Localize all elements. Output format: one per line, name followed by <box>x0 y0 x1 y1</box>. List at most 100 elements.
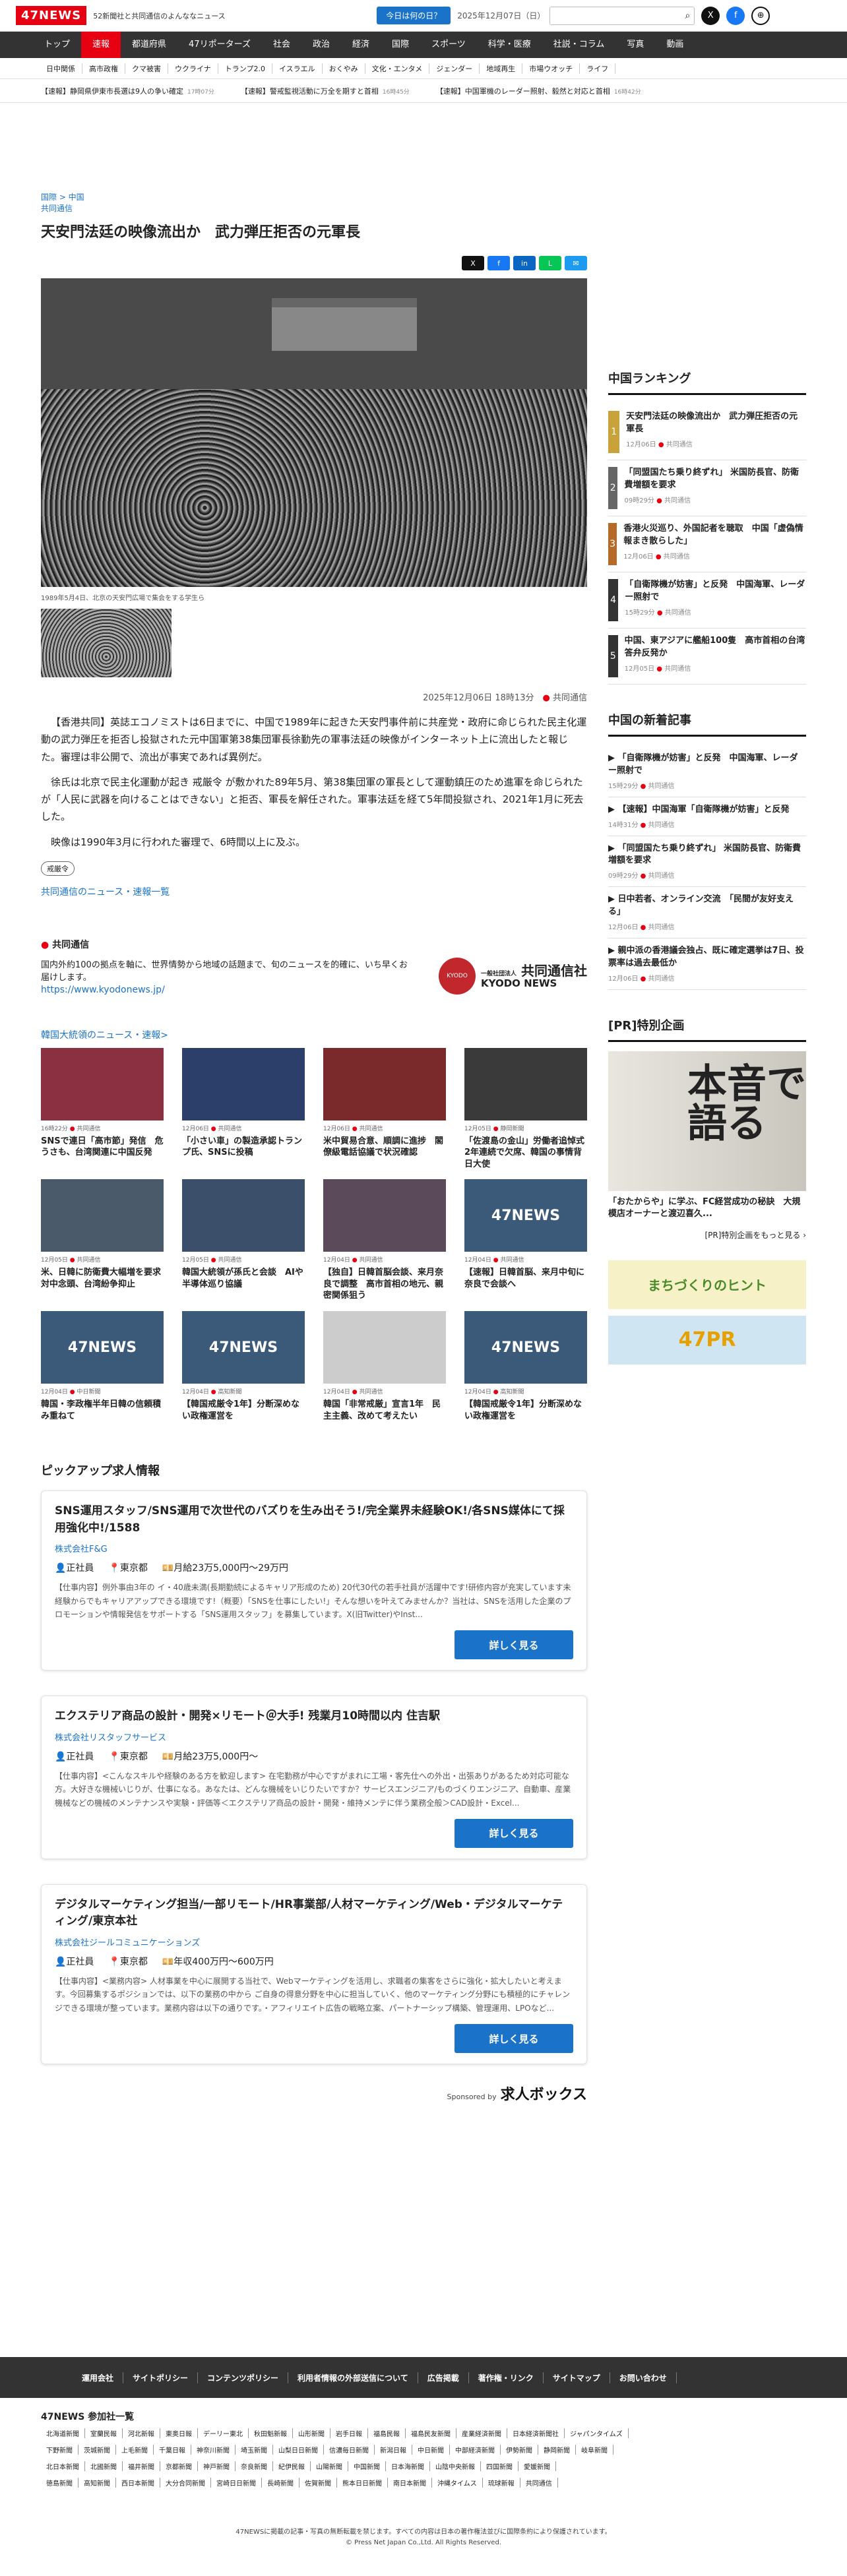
nav-item[interactable]: 社会 <box>262 32 301 58</box>
news-card[interactable]: 12月06日 ● 共同通信 「小さい車」の製造承認トランプ氏、SNSに投稿 <box>182 1047 305 1171</box>
share-bird-icon[interactable]: ✉ <box>565 256 587 270</box>
member-link[interactable]: 琉球新報 <box>483 2478 520 2488</box>
member-link[interactable]: 奈良新聞 <box>235 2461 273 2471</box>
newest-title[interactable]: ▶ 「自衛隊機が妨害」と反発 中国海軍、レーダー照射で <box>608 752 806 778</box>
nav-item[interactable]: 社説・コラム <box>542 32 616 58</box>
member-link[interactable]: 千葉日報 <box>154 2445 191 2455</box>
subnav-item[interactable]: 日中関係 <box>40 63 82 74</box>
member-link[interactable]: 京都新聞 <box>160 2461 198 2471</box>
news-card-image[interactable] <box>182 1179 305 1252</box>
member-link[interactable]: 下野新聞 <box>41 2445 78 2455</box>
share-line-icon[interactable]: L <box>539 256 561 270</box>
news-card-title[interactable]: 「佐渡島の金山」労働者追悼式2年連続で欠席、韓国の事情背日大使 <box>464 1136 587 1171</box>
news-card-image[interactable]: 47NEWS <box>182 1311 305 1384</box>
member-link[interactable]: 紀伊民報 <box>273 2461 311 2471</box>
globe-icon[interactable]: ⊕ <box>751 6 770 25</box>
news-card-image[interactable] <box>464 1047 587 1120</box>
member-link[interactable]: 長崎新聞 <box>262 2478 299 2488</box>
nav-item[interactable]: 国際 <box>381 32 420 58</box>
ticker-item[interactable]: 【速報】中国軍機のレーダー照射、毅然と対応と首相 16時42分 <box>436 86 641 96</box>
ticker-item[interactable]: 【速報】静岡県伊東市長選は9人の争い確定 17時07分 <box>41 86 214 96</box>
news-card-title[interactable]: 【独自】日韓首脳会談、来月奈良で調整 高市首相の地元、親密関係狙う <box>323 1267 446 1302</box>
newest-item[interactable]: ▶ 日中若者、オンライン交流 「民間が友好支える」 12月06日 ● 共同通信 <box>608 887 806 938</box>
subnav-item[interactable]: ウクライナ <box>168 63 218 74</box>
member-link[interactable]: 愛媛新聞 <box>518 2461 556 2471</box>
nav-item[interactable]: 47リポーターズ <box>177 32 262 58</box>
member-link[interactable]: 中部経済新聞 <box>450 2445 501 2455</box>
news-card-title[interactable]: 【韓国戒厳令1年】分断深めない政権運営を <box>464 1399 587 1422</box>
footer-link[interactable]: コンテンツポリシー <box>198 2372 289 2383</box>
member-link[interactable]: 山形新聞 <box>293 2428 330 2438</box>
footer-link[interactable]: サイトポリシー <box>123 2372 199 2383</box>
footer-link[interactable]: 広告掲載 <box>418 2372 469 2383</box>
nav-item[interactable]: 速報 <box>81 32 121 58</box>
news-card[interactable]: 47NEWS 12月04日 ● 高知新聞 【韓国戒厳令1年】分断深めない政権運営を <box>464 1311 587 1422</box>
member-link[interactable]: 上毛新聞 <box>116 2445 154 2455</box>
news-card-image[interactable] <box>323 1179 446 1252</box>
subnav-item[interactable]: ライフ <box>580 63 616 74</box>
member-link[interactable]: 埼玉新聞 <box>235 2445 273 2455</box>
member-link[interactable]: 中国新聞 <box>348 2461 386 2471</box>
subnav-item[interactable]: トランプ2.0 <box>218 63 272 74</box>
news-card[interactable]: 12月05日 ● 静岡新聞 「佐渡島の金山」労働者追悼式2年連続で欠席、韓国の事情… <box>464 1047 587 1171</box>
rank-title[interactable]: 天安門法廷の映像流出か 武力弾圧拒否の元軍長 <box>626 411 806 436</box>
member-link[interactable]: 佐賀新聞 <box>299 2478 337 2488</box>
news-card[interactable]: 12月04日 ● 共同通信 【独自】日韓首脳会談、来月奈良で調整 高市首相の地元、… <box>323 1179 446 1302</box>
rank-title[interactable]: 中国、東アジアに艦船100隻 高市首相の台湾答弁反発か <box>625 635 806 660</box>
ranking-item[interactable]: 4 「自衛隊機が妨害」と反発 中国海軍、レーダー照射で 15時29分 ● 共同通信 <box>608 572 806 629</box>
news-card[interactable]: 12月05日 ● 共同通信 韓国大統領が孫氏と会談 AIや半導体巡り協議 <box>182 1179 305 1302</box>
rank-title[interactable]: 「自衛隊機が妨害」と反発 中国海軍、レーダー照射で <box>625 579 806 604</box>
job-title[interactable]: エクステリア商品の設計・開発×リモート＠大手! 残業月10時間以内 住吉駅 <box>55 1708 573 1725</box>
subnav-item[interactable]: おくやみ <box>323 63 365 74</box>
news-card-title[interactable]: 米、日韓に防衛費大幅増を要求 対中念頭、台湾紛争抑止 <box>41 1267 170 1290</box>
news-card[interactable]: 12月06日 ● 共同通信 米中貿易合意、順調に進捗 閣僚級電話協議で状況確認 <box>323 1047 446 1171</box>
subnav-item[interactable]: ジェンダー <box>429 63 480 74</box>
newest-item[interactable]: ▶ 「自衛隊機が妨害」と反発 中国海軍、レーダー照射で 15時29分 ● 共同通信 <box>608 746 806 797</box>
member-link[interactable]: 徳島新聞 <box>41 2478 78 2488</box>
nav-item[interactable]: 動画 <box>655 32 695 58</box>
member-link[interactable]: デーリー東北 <box>198 2428 249 2438</box>
nav-item[interactable]: 写真 <box>615 32 655 58</box>
news-card-title[interactable]: 韓国・李政権半年日韓の信頼積み重ねて <box>41 1399 164 1422</box>
member-link[interactable]: 東奥日報 <box>160 2428 198 2438</box>
job-detail-button[interactable]: 詳しく見る <box>455 2024 573 2054</box>
subnav-item[interactable]: 市場ウオッチ <box>522 63 580 74</box>
nav-item[interactable]: スポーツ <box>420 32 477 58</box>
newest-title[interactable]: ▶ 【速報】中国海軍「自衛隊機が妨害」と反発 <box>608 804 806 816</box>
facebook-icon[interactable]: f <box>726 6 745 25</box>
search-icon[interactable]: ⌕ <box>685 11 690 21</box>
main-photo[interactable] <box>41 278 587 587</box>
news-card-image[interactable] <box>182 1047 305 1120</box>
job-detail-button[interactable]: 詳しく見る <box>455 1630 573 1660</box>
breadcrumb[interactable]: 国際 > 中国 <box>41 191 587 202</box>
member-link[interactable]: 岩手日報 <box>330 2428 368 2438</box>
share-linkedin-icon[interactable]: in <box>513 256 536 270</box>
news-card[interactable]: 16時22分 ● 共同通信 SNSで連日「高市節」発信 危うさも、台湾関連に中国反… <box>41 1047 164 1171</box>
newest-title[interactable]: ▶ 日中若者、オンライン交流 「民間が友好支える」 <box>608 894 806 919</box>
news-card[interactable]: 47NEWS 12月04日 ● 高知新聞 【韓国戒厳令1年】分断深めない政権運営を <box>182 1311 305 1422</box>
news-card-title[interactable]: 米中貿易合意、順調に進捗 閣僚級電話協議で状況確認 <box>323 1136 446 1159</box>
member-link[interactable]: 秋田魁新報 <box>249 2428 293 2438</box>
member-link[interactable]: 岐阜新聞 <box>576 2445 613 2455</box>
nav-item[interactable]: 政治 <box>301 32 341 58</box>
member-link[interactable]: 静岡新聞 <box>538 2445 576 2455</box>
member-link[interactable]: 北海道新聞 <box>41 2428 85 2438</box>
member-link[interactable]: 北國新聞 <box>85 2461 123 2471</box>
job-company[interactable]: 株式会社F&G <box>55 1542 573 1554</box>
news-card-image[interactable]: 47NEWS <box>464 1179 587 1252</box>
footer-link[interactable]: 著作権・リンク <box>469 2372 544 2383</box>
site-logo[interactable]: 47NEWS <box>16 6 87 25</box>
job-title[interactable]: デジタルマーケティング担当/一部リモート/HR事業部/人材マーケティング/Web… <box>55 1897 573 1930</box>
news-card-title[interactable]: 韓国「非常戒厳」宣言1年 民主主義、改めて考えたい <box>323 1399 446 1422</box>
newest-item[interactable]: ▶ 「同盟国たち乗り終ずれ」 米国防長官、防衛費増額を要求 09時29分 ● 共同… <box>608 836 806 888</box>
share-facebook-icon[interactable]: f <box>487 256 510 270</box>
member-link[interactable]: 福島民友新聞 <box>406 2428 456 2438</box>
member-link[interactable]: 山陽新聞 <box>311 2461 348 2471</box>
news-card[interactable]: 12月05日 ● 共同通信 米、日韓に防衛費大幅増を要求 対中念頭、台湾紛争抑止 <box>41 1179 170 1302</box>
footer-link[interactable]: 利用者情報の外部送信について <box>288 2372 418 2383</box>
member-link[interactable]: 産業経済新聞 <box>456 2428 507 2438</box>
member-link[interactable]: 室蘭民報 <box>85 2428 123 2438</box>
member-link[interactable]: 福島民報 <box>368 2428 406 2438</box>
member-link[interactable]: 新潟日報 <box>375 2445 412 2455</box>
news-card-title[interactable]: 「小さい車」の製造承認トランプ氏、SNSに投稿 <box>182 1136 305 1159</box>
